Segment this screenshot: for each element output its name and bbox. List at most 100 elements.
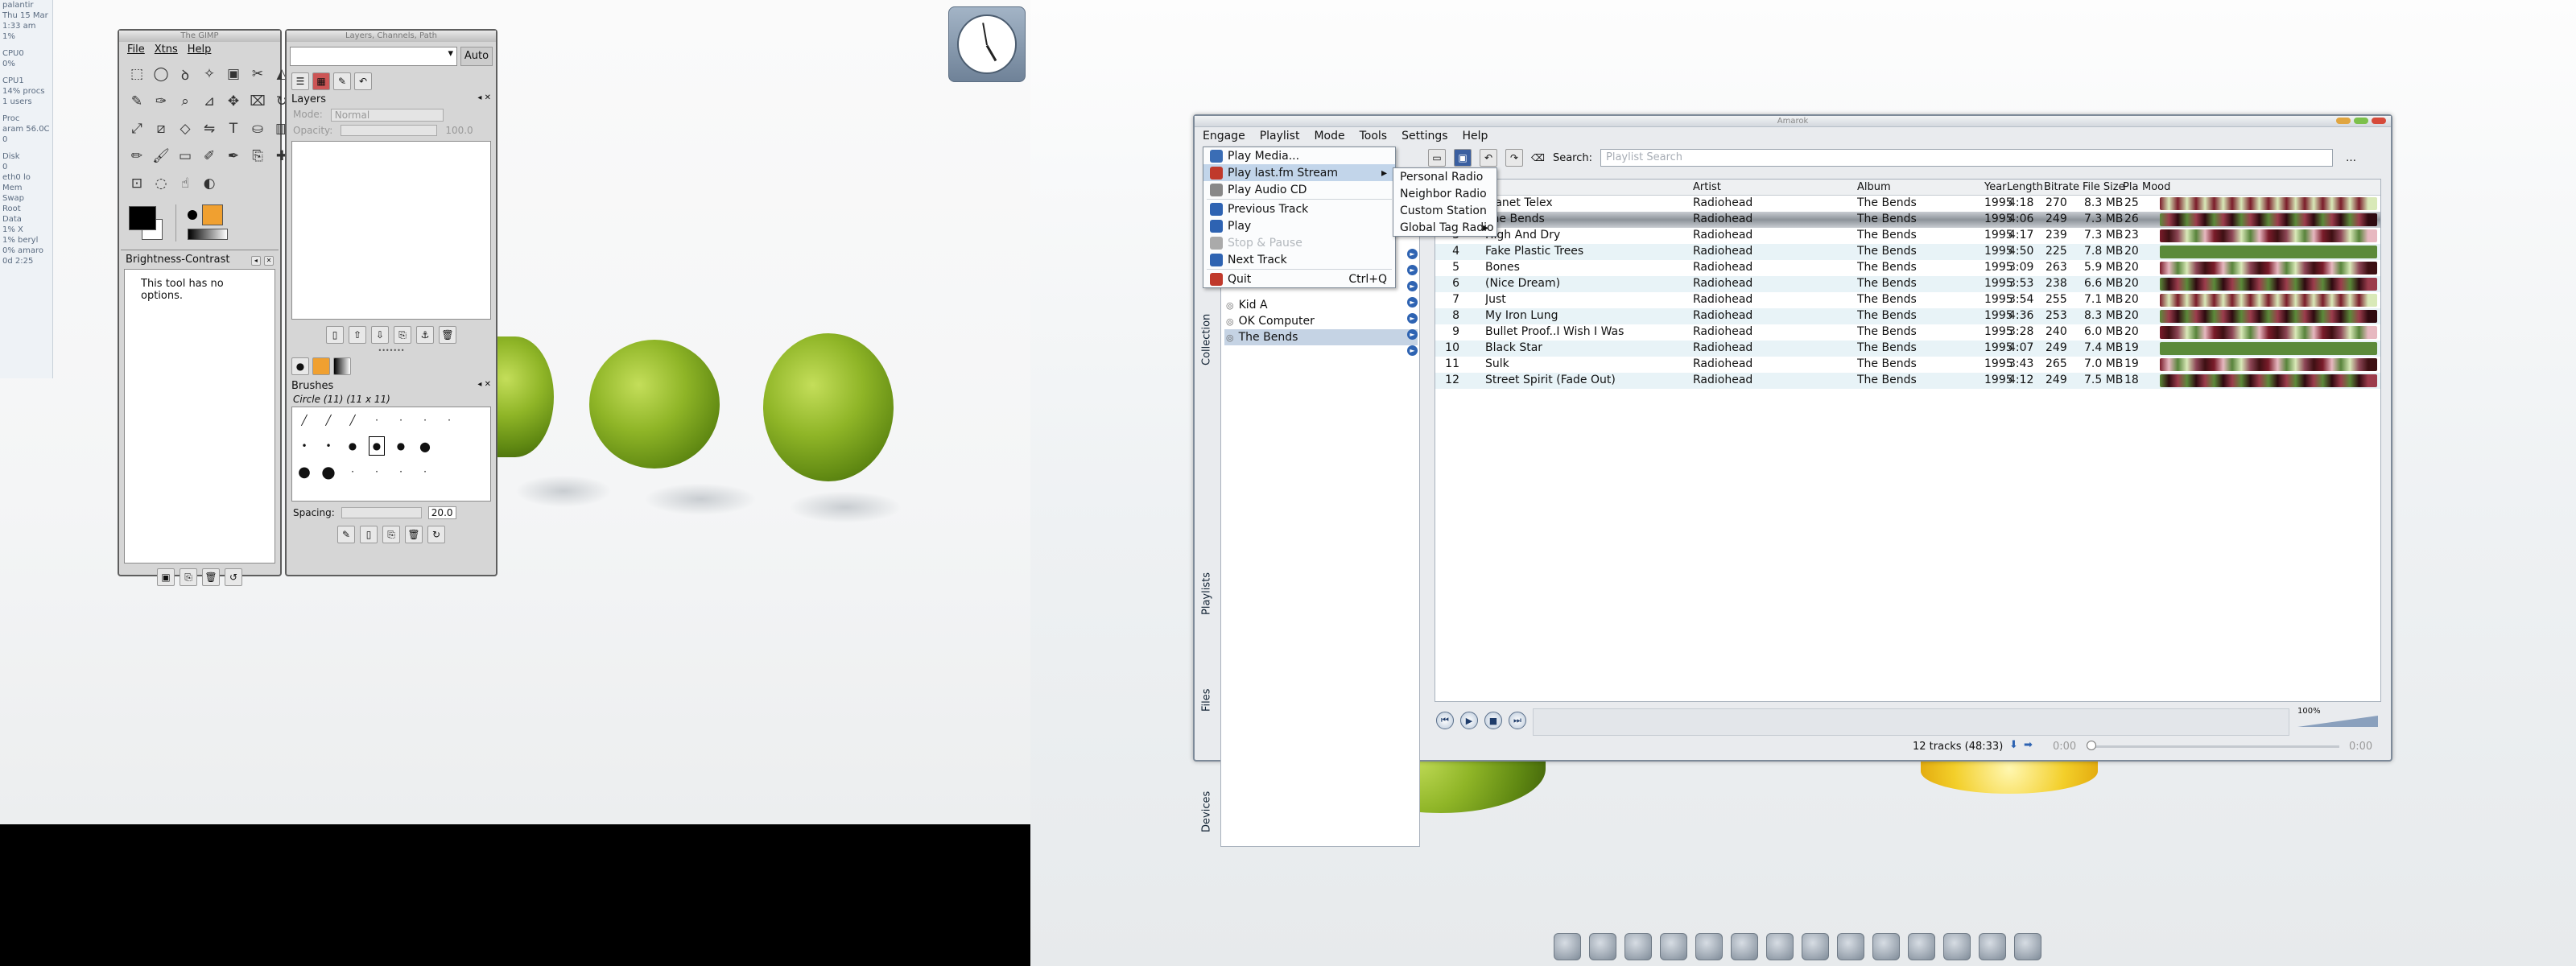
- disk-icon[interactable]: [1872, 933, 1900, 960]
- save-playlist-icon[interactable]: ▣: [1454, 149, 1472, 167]
- refresh-brushes-icon[interactable]: ↻: [427, 526, 445, 543]
- brush-grid[interactable]: ╱ ╱ ╱ · · · · • • ● ● ● ● ● ● · · · ·: [291, 407, 491, 502]
- menu-help[interactable]: Help: [1463, 130, 1488, 142]
- clone-icon[interactable]: ⎘: [246, 143, 269, 169]
- chat-icon[interactable]: [1802, 933, 1829, 960]
- playlist-row[interactable]: 4 Fake Plastic Trees Radiohead The Bends 199…: [1435, 244, 2380, 260]
- menu-mode[interactable]: Mode: [1314, 130, 1344, 142]
- patterns-tab-icon[interactable]: [312, 357, 330, 375]
- opacity-value[interactable]: 100.0: [445, 125, 473, 136]
- delete-brush-icon[interactable]: 🗑: [405, 526, 423, 543]
- brushes-tab-icon[interactable]: ●: [291, 357, 309, 375]
- text-icon[interactable]: T: [222, 116, 245, 142]
- submenu-item[interactable]: Neighbor Radio: [1393, 185, 1496, 202]
- playlist-row[interactable]: 12 Street Spirit (Fade Out) Radiohead The B…: [1435, 373, 2380, 389]
- tools-icon[interactable]: [1943, 933, 1971, 960]
- save-options-icon[interactable]: ▣: [157, 568, 175, 586]
- free-select-icon[interactable]: ꝺ: [174, 61, 196, 87]
- download-icon[interactable]: ⬇: [2009, 739, 2018, 751]
- next-track-icon[interactable]: ⏭: [1509, 712, 1526, 729]
- delete-options-icon[interactable]: 🗑: [202, 568, 220, 586]
- menu-item[interactable]: Quit Ctrl+Q: [1203, 270, 1395, 287]
- close-button[interactable]: [2372, 118, 2386, 124]
- menu-item[interactable]: Play: [1203, 217, 1395, 234]
- menu-playlist[interactable]: Playlist: [1260, 130, 1300, 142]
- new-playlist-icon[interactable]: ▭: [1428, 149, 1446, 167]
- color-picker-icon[interactable]: ✑: [150, 89, 172, 114]
- new-brush-icon[interactable]: ▯: [360, 526, 378, 543]
- bucket-fill-icon[interactable]: ⛀: [246, 116, 269, 142]
- expand-arrow-icon[interactable]: ►: [1407, 345, 1418, 356]
- seek-handle[interactable]: [2087, 741, 2096, 750]
- pattern-indicator[interactable]: [202, 204, 223, 225]
- menu-help[interactable]: Help: [188, 43, 212, 56]
- menu-file[interactable]: File: [127, 43, 145, 56]
- tab-files[interactable]: Files: [1198, 647, 1216, 712]
- column-header[interactable]: Length: [2007, 181, 2042, 193]
- play-icon[interactable]: ▶: [1460, 712, 1478, 729]
- column-header[interactable]: Year: [1984, 181, 2007, 193]
- column-header[interactable]: Pla: [2123, 181, 2138, 193]
- collection-item[interactable]: ◎ The Bends: [1224, 329, 1418, 345]
- expand-arrow-icon[interactable]: ►: [1407, 297, 1418, 308]
- auto-button[interactable]: Auto: [460, 47, 493, 66]
- expand-arrow-icon[interactable]: ►: [1407, 313, 1418, 324]
- column-header[interactable]: Album: [1857, 181, 1891, 193]
- terminal-icon[interactable]: [1695, 933, 1723, 960]
- foreground-color-swatch[interactable]: [129, 206, 156, 230]
- stop-icon[interactable]: ■: [1484, 712, 1502, 729]
- menu-engage[interactable]: Engage: [1203, 130, 1245, 142]
- dodge-burn-icon[interactable]: ◐: [198, 171, 221, 196]
- submenu-item[interactable]: Global Tag Radio ▸: [1393, 219, 1496, 236]
- menu-settings[interactable]: Settings: [1402, 130, 1447, 142]
- delete-layer-icon[interactable]: 🗑: [439, 326, 456, 344]
- undo-tab-icon[interactable]: ↶: [354, 72, 372, 90]
- browser-icon[interactable]: [1731, 933, 1758, 960]
- playlist-row[interactable]: 7 Just Radiohead The Bends 1995 3:54 255 7.1 MB…: [1435, 292, 2380, 308]
- shear-icon[interactable]: ⧄: [150, 116, 172, 142]
- perspective-icon[interactable]: ◇: [174, 116, 196, 142]
- opacity-slider[interactable]: [341, 125, 438, 136]
- menu-item[interactable]: Previous Track: [1203, 200, 1395, 217]
- playlist-row[interactable]: 5 Bones Radiohead The Bends 1995 3:09 263 5.9 M…: [1435, 260, 2380, 276]
- expand-arrow-icon[interactable]: ►: [1407, 281, 1418, 291]
- raise-layer-icon[interactable]: ⇧: [349, 326, 366, 344]
- close-icon[interactable]: ✕: [264, 255, 274, 266]
- layers-list[interactable]: [291, 141, 491, 320]
- flip-icon[interactable]: ⇋: [198, 116, 221, 142]
- duplicate-brush-icon[interactable]: ⎘: [382, 526, 400, 543]
- scale-icon[interactable]: ⤢: [126, 116, 148, 142]
- mode-select[interactable]: Normal: [330, 109, 444, 122]
- column-header[interactable]: Mood: [2142, 181, 2170, 193]
- brush-indicator[interactable]: [188, 210, 197, 220]
- previous-track-icon[interactable]: ⏮: [1436, 712, 1454, 729]
- minimize-button[interactable]: [2336, 118, 2351, 124]
- column-header[interactable]: Artist: [1693, 181, 1721, 193]
- repeat-icon[interactable]: ➡: [2024, 739, 2033, 751]
- tab-devices[interactable]: Devices: [1198, 752, 1216, 832]
- edit-brush-icon[interactable]: ✎: [337, 526, 355, 543]
- restore-options-icon[interactable]: ⎘: [180, 568, 197, 586]
- expand-arrow-icon[interactable]: ►: [1407, 265, 1418, 275]
- search-options-icon[interactable]: …: [2346, 152, 2356, 164]
- duplicate-layer-icon[interactable]: ⎘: [394, 326, 411, 344]
- zoom-icon[interactable]: ⌕: [174, 89, 196, 114]
- collection-item[interactable]: ◎ OK Computer: [1224, 313, 1418, 329]
- redo-icon[interactable]: ↷: [1505, 149, 1523, 167]
- configure-icon[interactable]: ◂: [250, 255, 261, 266]
- menu-xtns[interactable]: Xtns: [155, 43, 178, 56]
- measure-icon[interactable]: ⊿: [198, 89, 221, 114]
- playlist-row[interactable]: 8 My Iron Lung Radiohead The Bends 1995 4:36 2…: [1435, 308, 2380, 324]
- column-header[interactable]: Bitrate: [2044, 181, 2079, 193]
- perspective-clone-icon[interactable]: ⊡: [126, 171, 148, 196]
- smudge-icon[interactable]: ☝: [174, 171, 196, 196]
- layers-tab-icon[interactable]: ☰: [291, 72, 309, 90]
- gradients-tab-icon[interactable]: [333, 357, 351, 375]
- seek-slider[interactable]: [2090, 745, 2339, 748]
- eraser-icon[interactable]: ▭: [174, 143, 196, 169]
- collection-item[interactable]: ◎ Kid A: [1224, 297, 1418, 313]
- printer-icon[interactable]: [1589, 933, 1616, 960]
- power-icon[interactable]: [2014, 933, 2041, 960]
- clear-search-icon[interactable]: ⌫: [1531, 152, 1545, 163]
- playlist-search-input[interactable]: Playlist Search: [1600, 149, 2334, 167]
